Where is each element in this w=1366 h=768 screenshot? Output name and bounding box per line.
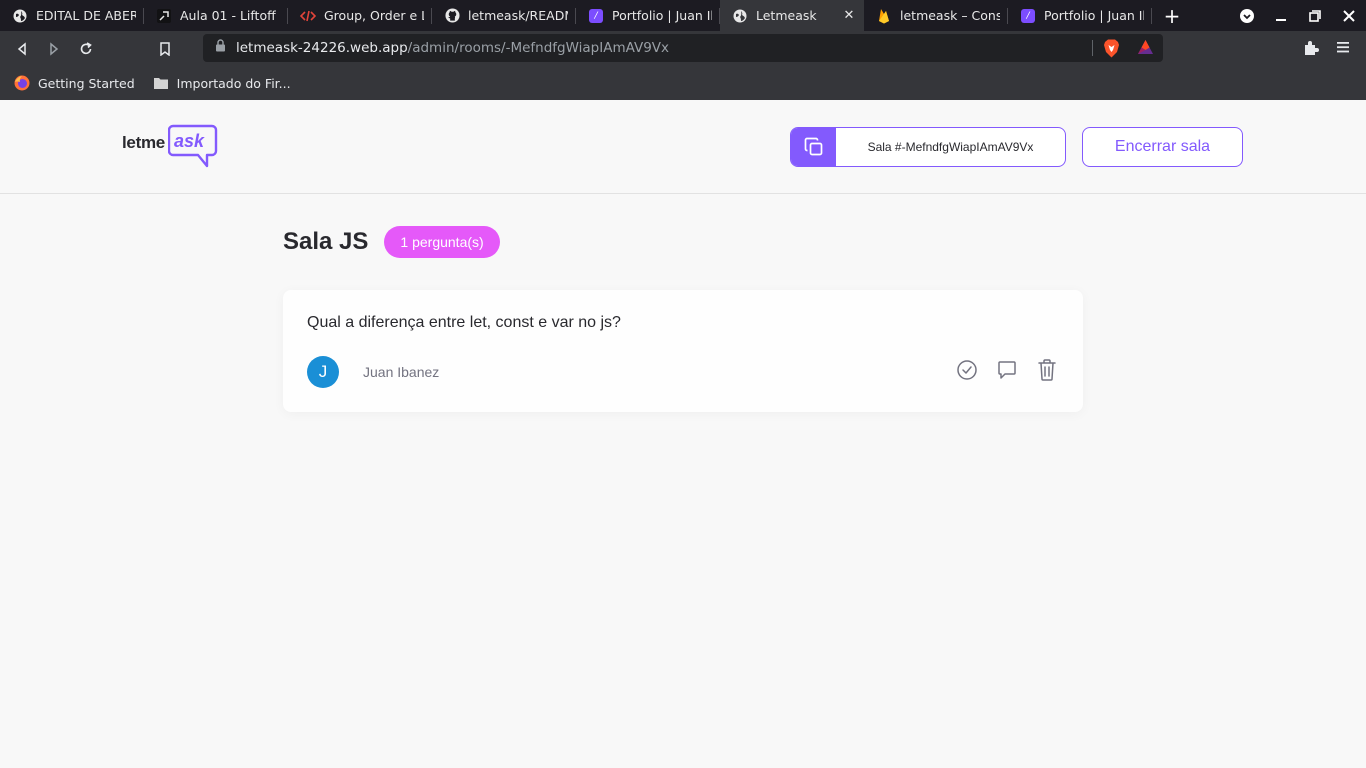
- minimize-icon[interactable]: [1264, 0, 1298, 31]
- folder-icon: [153, 76, 169, 90]
- question-count-badge: 1 pergunta(s): [384, 226, 500, 258]
- browser-tab[interactable]: Group, Order e Limit: [288, 0, 432, 31]
- tab-title: letmeask/README.md: [468, 8, 568, 23]
- copy-icon: [791, 128, 836, 166]
- tab-title: Group, Order e Limit: [324, 8, 424, 23]
- tab-title: Letmeask: [756, 8, 817, 23]
- firebase-icon: [876, 8, 892, 24]
- portfolio-icon: /: [1020, 8, 1036, 24]
- bookmark-folder-imported[interactable]: Importado do Fir...: [153, 76, 291, 91]
- bookmarks-bar: Getting Started Importado do Fir...: [0, 66, 1366, 100]
- code-icon: [300, 8, 316, 24]
- question-card: Qual a diferença entre let, const e var …: [283, 290, 1083, 412]
- browser-tab[interactable]: letmeask/README.md: [432, 0, 576, 31]
- globe-icon: [732, 8, 748, 24]
- address-bar[interactable]: letmeask-24226.web.app/admin/rooms/-Mefn…: [203, 34, 1163, 62]
- close-window-icon[interactable]: [1332, 0, 1366, 31]
- url-path: /admin/rooms/-MefndfgWiapIAmAV9Vx: [407, 40, 670, 56]
- browser-tab[interactable]: / Portfolio | Juan Ibanez: [576, 0, 720, 31]
- menu-icon[interactable]: [1336, 39, 1350, 60]
- logo-text-accent: ask: [174, 131, 205, 151]
- page-content: letme ask Sala #-MefndfgWiapIAmAV9Vx Enc…: [0, 100, 1366, 768]
- back-icon[interactable]: [6, 34, 38, 64]
- close-tab-icon[interactable]: ✕: [842, 8, 856, 23]
- bookmark-label: Getting Started: [38, 75, 135, 91]
- question-content: Qual a diferença entre let, const e var …: [307, 314, 621, 331]
- bookmark-label: Importado do Fir...: [176, 75, 291, 91]
- browser-tab[interactable]: letmeask – Console: [864, 0, 1008, 31]
- app-header: letme ask Sala #-MefndfgWiapIAmAV9Vx Enc…: [0, 100, 1366, 194]
- browser-tab[interactable]: EDITAL DE ABERTURA: [0, 0, 144, 31]
- browser-tab[interactable]: / Portfolio | Juan Ibanez: [1008, 0, 1152, 31]
- tab-title: Portfolio | Juan Ibanez: [1044, 8, 1144, 23]
- lock-icon: [215, 39, 226, 57]
- bookmark-icon[interactable]: [149, 34, 181, 64]
- tab-title: letmeask – Console: [900, 8, 1000, 23]
- url-separator: [1092, 40, 1093, 56]
- author-name: Juan Ibanez: [363, 364, 440, 380]
- letmeask-logo[interactable]: letme ask: [122, 124, 218, 170]
- logo-text-main: letme: [122, 133, 165, 152]
- maximize-icon[interactable]: [1298, 0, 1332, 31]
- firefox-icon: [14, 75, 30, 91]
- avatar: J: [307, 356, 339, 388]
- forward-icon[interactable]: [38, 34, 70, 64]
- window-controls: [1230, 0, 1366, 31]
- tab-title: EDITAL DE ABERTURA: [36, 8, 136, 23]
- room-code-label: Sala #-MefndfgWiapIAmAV9Vx: [867, 140, 1034, 154]
- avatar-initial: J: [318, 362, 328, 381]
- tab-search-icon[interactable]: [1230, 0, 1264, 31]
- rocketseat-icon: [156, 8, 172, 24]
- tab-title: Portfolio | Juan Ibanez: [612, 8, 712, 23]
- room-title: Sala JS: [283, 228, 369, 255]
- reload-icon[interactable]: [70, 34, 102, 64]
- browser-tab[interactable]: Aula 01 - Liftoff | Rocketseat: [144, 0, 288, 31]
- brave-rewards-icon[interactable]: [1137, 39, 1154, 61]
- url-host: letmeask-24226.web.app: [236, 40, 408, 56]
- brave-shields-icon[interactable]: [1103, 39, 1120, 63]
- bookmark-getting-started[interactable]: Getting Started: [14, 75, 135, 91]
- copy-room-code-button[interactable]: Sala #-MefndfgWiapIAmAV9Vx: [790, 127, 1066, 167]
- globe-icon: [12, 8, 28, 24]
- browser-toolbar: letmeask-24226.web.app/admin/rooms/-Mefn…: [0, 31, 1366, 66]
- extensions-icon[interactable]: [1302, 39, 1320, 62]
- tab-title: Aula 01 - Liftoff | Rocketseat: [180, 8, 280, 23]
- check-circle-icon[interactable]: [955, 358, 979, 382]
- tab-strip: EDITAL DE ABERTURA Aula 01 - Liftoff | R…: [0, 0, 1366, 31]
- new-tab-icon[interactable]: +: [1152, 0, 1192, 31]
- close-room-button[interactable]: Encerrar sala: [1082, 127, 1243, 167]
- trash-icon[interactable]: [1035, 358, 1059, 382]
- comment-icon[interactable]: [995, 358, 1019, 382]
- question-actions: [955, 358, 1059, 382]
- browser-tab-active[interactable]: Letmeask ✕: [720, 0, 864, 31]
- room-title-row: Sala JS 1 pergunta(s): [283, 226, 500, 258]
- github-icon: [444, 8, 460, 24]
- portfolio-icon: /: [588, 8, 604, 24]
